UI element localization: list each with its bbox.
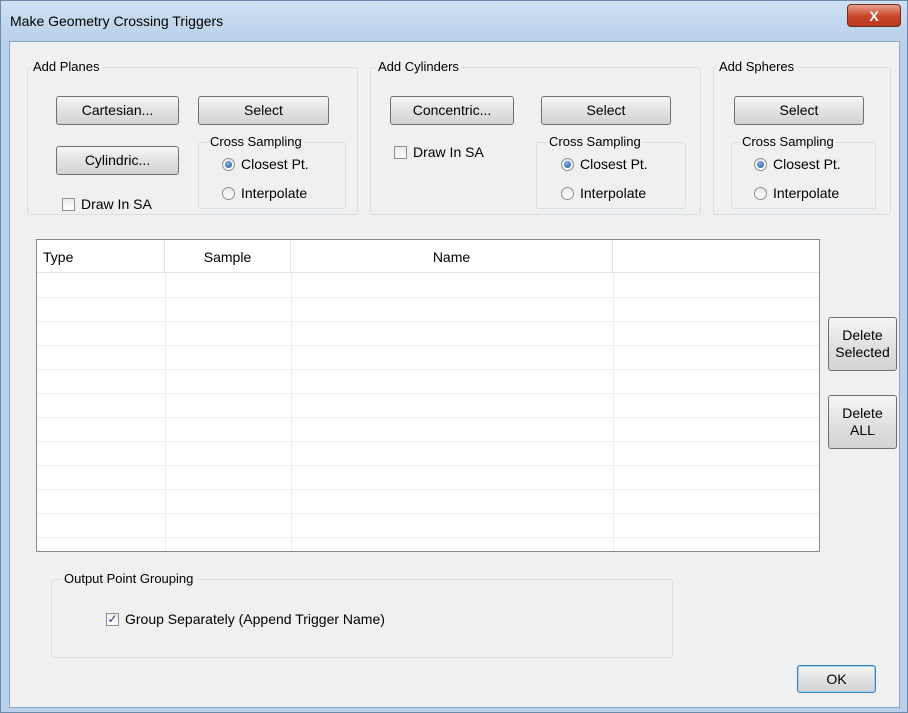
- planes-closest-radio[interactable]: Closest Pt.: [222, 156, 309, 172]
- cartesian-button[interactable]: Cartesian...: [56, 96, 179, 125]
- planes-interpolate-label: Interpolate: [241, 185, 308, 201]
- cylinders-draw-in-sa-label: Draw In SA: [413, 144, 484, 160]
- checkbox-unchecked-icon: [62, 197, 75, 211]
- planes-draw-in-sa-checkbox[interactable]: Draw In SA: [62, 196, 152, 212]
- column-header-name[interactable]: Name: [291, 240, 613, 273]
- column-header-type[interactable]: Type: [37, 240, 165, 273]
- table-row[interactable]: [37, 394, 819, 418]
- close-button[interactable]: X: [847, 4, 901, 27]
- planes-draw-in-sa-label: Draw In SA: [81, 196, 152, 212]
- window-title: Make Geometry Crossing Triggers: [10, 13, 224, 29]
- spheres-select-button[interactable]: Select: [734, 96, 864, 125]
- checkbox-unchecked-icon: [394, 145, 407, 159]
- radio-unselected-icon: [561, 186, 574, 200]
- cylinders-draw-in-sa-checkbox[interactable]: Draw In SA: [394, 144, 484, 160]
- radio-selected-icon: [561, 157, 574, 171]
- spheres-closest-radio[interactable]: Closest Pt.: [754, 156, 841, 172]
- table-row[interactable]: [37, 466, 819, 490]
- cylinders-closest-label: Closest Pt.: [580, 156, 648, 172]
- spheres-closest-label: Closest Pt.: [773, 156, 841, 172]
- delete-all-button[interactable]: Delete ALL: [828, 395, 897, 449]
- add-cylinders-label: Add Cylinders: [376, 59, 461, 74]
- table-row[interactable]: [37, 514, 819, 538]
- table-row[interactable]: [37, 490, 819, 514]
- add-spheres-label: Add Spheres: [717, 59, 797, 74]
- close-icon: X: [869, 7, 879, 24]
- table-row[interactable]: [37, 274, 819, 298]
- table-row[interactable]: [37, 322, 819, 346]
- spheres-interpolate-radio[interactable]: Interpolate: [754, 185, 839, 201]
- cylinders-interpolate-label: Interpolate: [580, 185, 647, 201]
- radio-unselected-icon: [222, 186, 235, 200]
- cylindric-button[interactable]: Cylindric...: [56, 146, 179, 175]
- group-separately-checkbox[interactable]: ✓ Group Separately (Append Trigger Name): [106, 611, 385, 627]
- add-planes-label: Add Planes: [31, 59, 102, 74]
- table-row[interactable]: [37, 346, 819, 370]
- spheres-interpolate-label: Interpolate: [773, 185, 840, 201]
- checkmark-icon: ✓: [106, 612, 119, 626]
- table-row[interactable]: [37, 370, 819, 394]
- column-header-sample[interactable]: Sample: [165, 240, 291, 273]
- radio-selected-icon: [754, 157, 767, 171]
- triggers-table[interactable]: Type Sample Name: [36, 239, 820, 552]
- radio-unselected-icon: [754, 186, 767, 200]
- group-separately-label: Group Separately (Append Trigger Name): [125, 611, 385, 627]
- planes-cross-sampling-label: Cross Sampling: [208, 134, 304, 149]
- cylinders-closest-radio[interactable]: Closest Pt.: [561, 156, 648, 172]
- cylinders-cross-sampling-label: Cross Sampling: [547, 134, 643, 149]
- column-header-extra[interactable]: [613, 240, 819, 273]
- cylinders-select-button[interactable]: Select: [541, 96, 671, 125]
- concentric-button[interactable]: Concentric...: [390, 96, 514, 125]
- dialog-window: Make Geometry Crossing Triggers X Add Pl…: [0, 0, 908, 713]
- dialog-client-area: Add Planes Cartesian... Select Cylindric…: [9, 41, 900, 708]
- planes-interpolate-radio[interactable]: Interpolate: [222, 185, 307, 201]
- cylinders-interpolate-radio[interactable]: Interpolate: [561, 185, 646, 201]
- delete-selected-button[interactable]: Delete Selected: [828, 317, 897, 371]
- table-row[interactable]: [37, 418, 819, 442]
- title-bar[interactable]: Make Geometry Crossing Triggers X: [1, 1, 907, 41]
- table-row[interactable]: [37, 298, 819, 322]
- ok-button[interactable]: OK: [797, 665, 876, 693]
- radio-selected-icon: [222, 157, 235, 171]
- planes-closest-label: Closest Pt.: [241, 156, 309, 172]
- spheres-cross-sampling-label: Cross Sampling: [740, 134, 836, 149]
- table-row[interactable]: [37, 442, 819, 466]
- planes-select-button[interactable]: Select: [198, 96, 329, 125]
- output-grouping-label: Output Point Grouping: [62, 571, 196, 586]
- table-header: Type Sample Name: [37, 240, 819, 273]
